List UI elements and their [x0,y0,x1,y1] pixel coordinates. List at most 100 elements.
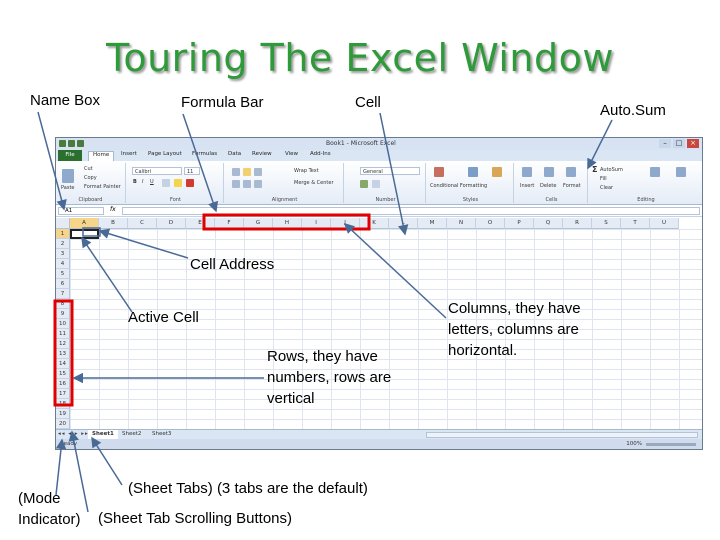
find-select-icon[interactable] [676,167,686,177]
tab-view[interactable]: View [285,151,298,157]
copy-button[interactable]: Copy [84,175,97,181]
currency-icon[interactable] [360,180,368,188]
column-header[interactable]: J [331,218,360,229]
row-header[interactable]: 3 [56,249,70,259]
column-header[interactable]: Q [534,218,563,229]
autosum-sigma-icon[interactable]: Σ [592,165,597,174]
column-header[interactable]: K [360,218,389,229]
row-header[interactable]: 16 [56,379,70,389]
column-header[interactable]: N [447,218,476,229]
select-all-corner[interactable] [56,218,70,229]
sort-filter-icon[interactable] [650,167,660,177]
insert-cells-button[interactable]: Insert [520,183,534,189]
row-header[interactable]: 1 [56,229,70,239]
column-header[interactable]: C [128,218,157,229]
column-header[interactable]: D [157,218,186,229]
cell-styles-icon[interactable] [492,167,502,177]
tab-page-layout[interactable]: Page Layout [148,151,182,157]
column-header[interactable]: T [621,218,650,229]
format-painter-button[interactable]: Format Painter [84,184,121,190]
column-header[interactable]: I [302,218,331,229]
quick-access-toolbar[interactable] [59,140,84,147]
insert-cells-icon[interactable] [522,167,532,177]
close-button[interactable]: × [687,139,699,148]
delete-cells-button[interactable]: Delete [540,183,556,189]
row-header[interactable]: 15 [56,369,70,379]
tab-insert[interactable]: Insert [121,151,137,157]
save-icon[interactable] [68,140,75,147]
font-color-icon[interactable] [186,179,194,187]
sheet-tab-scroll-buttons[interactable]: ◂◂ ◂ ▸ ▸▸ [58,431,89,437]
tab-formulas[interactable]: Formulas [192,151,217,157]
paste-icon[interactable] [62,169,74,183]
row-header[interactable]: 10 [56,319,70,329]
italic-button[interactable]: I [142,179,143,185]
horizontal-scrollbar[interactable] [426,432,698,438]
wrap-text-button[interactable]: Wrap Text [294,168,319,174]
formula-input[interactable] [122,207,700,215]
align-center-icon[interactable] [243,180,251,188]
align-left-icon[interactable] [232,180,240,188]
tab-review[interactable]: Review [252,151,272,157]
bold-button[interactable]: B [133,179,137,185]
cut-button[interactable]: Cut [84,166,93,172]
clear-button[interactable]: Clear [600,185,613,191]
font-size-select[interactable]: 11 [184,167,200,175]
row-header[interactable]: 17 [56,389,70,399]
format-cells-button[interactable]: Format [563,183,581,189]
undo-icon[interactable] [77,140,84,147]
fill-color-icon[interactable] [174,179,182,187]
merge-center-button[interactable]: Merge & Center [294,180,334,186]
tab-home[interactable]: Home [88,151,115,161]
column-header[interactable]: M [418,218,447,229]
row-header[interactable]: 2 [56,239,70,249]
row-header[interactable]: 14 [56,359,70,369]
row-header[interactable]: 4 [56,259,70,269]
sheet-tab-3[interactable]: Sheet3 [148,430,175,439]
number-format-select[interactable]: General [360,167,420,175]
align-bottom-icon[interactable] [254,168,262,176]
column-header[interactable]: P [505,218,534,229]
sheet-tab-1[interactable]: Sheet1 [88,430,118,439]
tab-data[interactable]: Data [228,151,241,157]
column-header[interactable]: A [70,218,99,229]
sheet-tab-2[interactable]: Sheet2 [118,430,145,439]
row-header[interactable]: 13 [56,349,70,359]
borders-icon[interactable] [162,179,170,187]
tab-add-ins[interactable]: Add-Ins [310,151,331,157]
fill-button[interactable]: Fill [600,176,607,182]
align-right-icon[interactable] [254,180,262,188]
conditional-formatting-icon[interactable] [434,167,444,177]
name-box[interactable]: A1 [58,207,104,215]
column-header[interactable]: S [592,218,621,229]
column-header[interactable]: L [389,218,418,229]
autosum-button[interactable]: AutoSum [600,167,623,173]
column-header[interactable]: G [244,218,273,229]
column-header[interactable]: H [273,218,302,229]
column-header[interactable]: R [563,218,592,229]
row-header[interactable]: 19 [56,409,70,419]
maximize-button[interactable]: □ [673,139,685,148]
tab-file[interactable]: File [58,150,82,161]
column-header[interactable]: U [650,218,679,229]
align-top-icon[interactable] [232,168,240,176]
paste-button[interactable]: Paste [61,185,75,191]
fx-icon[interactable]: fx [110,206,116,213]
column-header[interactable]: E [186,218,215,229]
active-cell[interactable] [70,229,99,239]
row-header[interactable]: 5 [56,269,70,279]
format-cells-icon[interactable] [566,167,576,177]
row-header[interactable]: 8 [56,299,70,309]
row-header[interactable]: 6 [56,279,70,289]
minimize-button[interactable]: – [659,139,671,148]
delete-cells-icon[interactable] [544,167,554,177]
zoom-slider[interactable] [646,443,696,446]
row-header[interactable]: 7 [56,289,70,299]
row-header[interactable]: 11 [56,329,70,339]
format-table-icon[interactable] [468,167,478,177]
font-name-select[interactable]: Calibri [132,167,182,175]
row-header[interactable]: 9 [56,309,70,319]
column-header[interactable]: O [476,218,505,229]
align-middle-icon[interactable] [243,168,251,176]
underline-button[interactable]: U [150,179,154,185]
